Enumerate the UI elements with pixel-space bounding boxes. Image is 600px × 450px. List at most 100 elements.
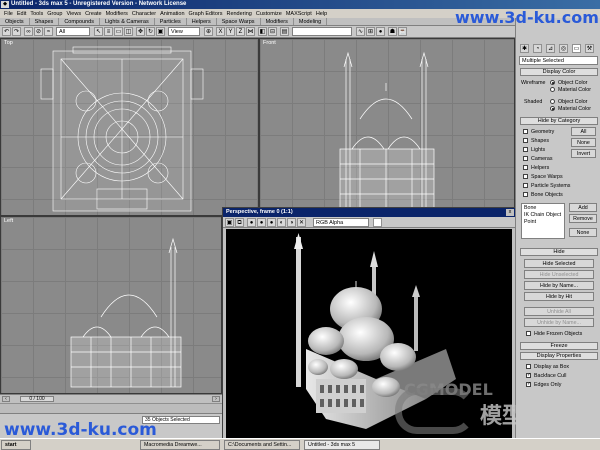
display-as-box-checkbox[interactable] [526,364,531,369]
none-list-button[interactable]: None [569,228,597,237]
edges-only-checkbox[interactable]: ✓ [526,382,531,387]
select-by-name-icon[interactable]: ≡ [104,27,113,36]
constraint-x-icon[interactable]: X [216,27,225,36]
time-slider-thumb[interactable]: 0 / 100 [20,396,54,402]
menu-edit[interactable]: Edit [15,11,28,17]
tab-shapes[interactable]: Shapes [30,18,60,25]
green-channel-icon[interactable]: ● [257,218,266,227]
redo-icon[interactable]: ↷ [12,27,21,36]
shaded-object-color-radio[interactable] [550,99,555,104]
all-button[interactable]: All [571,127,596,136]
backface-cull-checkbox[interactable]: ✓ [526,373,531,378]
tab-compounds[interactable]: Compounds [59,18,100,25]
time-next-icon[interactable]: › [212,396,220,402]
constraint-z-icon[interactable]: Z [236,27,245,36]
modify-tab-icon[interactable]: ◔ [533,44,542,53]
named-selection-icon[interactable]: ▤ [280,27,289,36]
tab-modeling[interactable]: Modeling [294,18,328,25]
lights-checkbox[interactable] [523,147,528,152]
hide-selected-button[interactable]: Hide Selected [524,259,594,268]
create-tab-icon[interactable]: ✱ [520,44,529,53]
hide-by-hit-button[interactable]: Hide by Hit [524,292,594,301]
taskbar-item-dreamweaver[interactable]: Macromedia Dreamwe... [140,440,220,450]
menu-customize[interactable]: Customize [254,11,284,17]
viewport-top[interactable]: Top [0,38,259,216]
shaded-material-color-radio[interactable] [550,106,555,111]
tab-space-warps[interactable]: Space Warps [217,18,261,25]
object-name-field[interactable]: Multiple Selected [519,56,598,65]
menu-maxscript[interactable]: MAXScript [284,11,314,17]
link-icon[interactable]: ∞ [24,27,33,36]
hide-frozen-checkbox[interactable] [526,331,531,336]
time-prev-icon[interactable]: ‹ [2,396,10,402]
menu-tools[interactable]: Tools [28,11,45,17]
render-scene-icon[interactable]: ☗ [388,27,397,36]
unhide-by-name-button[interactable]: Unhide by Name... [524,318,594,327]
alpha-channel-icon[interactable]: ◐ [277,218,286,227]
align-icon[interactable]: ⊟ [268,27,277,36]
move-icon[interactable]: ✥ [136,27,145,36]
color-swatch[interactable] [373,218,382,227]
mirror-icon[interactable]: ◧ [258,27,267,36]
taskbar-item-3dsmax[interactable]: Untitled - 3ds max 5 [304,440,380,450]
select-icon[interactable]: ↖ [94,27,103,36]
menu-create[interactable]: Create [83,11,104,17]
time-slider[interactable]: ‹ 0 / 100 › [0,394,222,403]
hide-by-name-button[interactable]: Hide by Name... [524,281,594,290]
menu-group[interactable]: Group [45,11,64,17]
named-selection-set-field[interactable] [292,27,352,36]
start-button[interactable]: start [1,440,31,450]
channel-dropdown[interactable]: RGB Alpha [313,218,369,227]
menu-file[interactable]: File [2,11,15,17]
viewport-front[interactable]: Front [259,38,515,216]
bind-space-warp-icon[interactable]: ≈ [44,27,53,36]
display-color-rollout[interactable]: Display Color [520,68,598,76]
menu-character[interactable]: Character [130,11,158,17]
motion-tab-icon[interactable]: ◎ [559,44,568,53]
particle-systems-checkbox[interactable] [523,183,528,188]
quick-render-icon[interactable]: ☕ [398,27,407,36]
hide-unselected-button[interactable]: Hide Unselected [524,270,594,279]
add-button[interactable]: Add [569,203,597,212]
material-editor-icon[interactable]: ● [376,27,385,36]
space-warps-checkbox[interactable] [523,174,528,179]
tab-modifiers[interactable]: Modifiers [261,18,294,25]
viewport-left[interactable]: Left [0,216,222,394]
reference-coord-dropdown[interactable]: View [168,27,200,36]
pivot-icon[interactable]: ⊕ [204,27,213,36]
selection-filter-dropdown[interactable]: All [56,27,90,36]
menu-help[interactable]: Help [314,11,329,17]
hide-rollout[interactable]: Hide [520,248,598,256]
shapes-checkbox[interactable] [523,138,528,143]
list-item[interactable]: Bone [524,205,536,211]
unhide-all-button[interactable]: Unhide All [524,307,594,316]
rotate-icon[interactable]: ↻ [146,27,155,36]
menu-modifiers[interactable]: Modifiers [104,11,130,17]
close-icon[interactable]: x [506,209,514,216]
clear-icon[interactable]: ✕ [297,218,306,227]
hierarchy-tab-icon[interactable]: ⊿ [546,44,555,53]
category-list[interactable]: Bone IK Chain Object Point [521,203,565,239]
menu-animation[interactable]: Animation [158,11,186,17]
wireframe-object-color-radio[interactable] [550,80,555,85]
schematic-view-icon[interactable]: ⊞ [366,27,375,36]
save-bitmap-icon[interactable]: ▣ [225,218,234,227]
cameras-checkbox[interactable] [523,156,528,161]
hide-by-category-rollout[interactable]: Hide by Category [520,117,598,125]
display-properties-rollout[interactable]: Display Properties [520,352,598,360]
constraint-xy-icon[interactable]: ⋈ [246,27,255,36]
utilities-tab-icon[interactable]: ⚒ [585,44,594,53]
helpers-checkbox[interactable] [523,165,528,170]
menu-graph-editors[interactable]: Graph Editors [187,11,225,17]
tab-objects[interactable]: Objects [0,18,30,25]
constraint-y-icon[interactable]: Y [226,27,235,36]
curve-editor-icon[interactable]: ∿ [356,27,365,36]
tab-helpers[interactable]: Helpers [187,18,217,25]
wireframe-material-color-radio[interactable] [550,87,555,92]
unlink-icon[interactable]: ⊘ [34,27,43,36]
taskbar-item-explorer[interactable]: C:\Documents and Settin... [224,440,300,450]
geometry-checkbox[interactable] [523,129,528,134]
monochrome-icon[interactable]: ◑ [287,218,296,227]
invert-button[interactable]: Invert [571,149,596,158]
list-item[interactable]: Point [524,219,536,225]
